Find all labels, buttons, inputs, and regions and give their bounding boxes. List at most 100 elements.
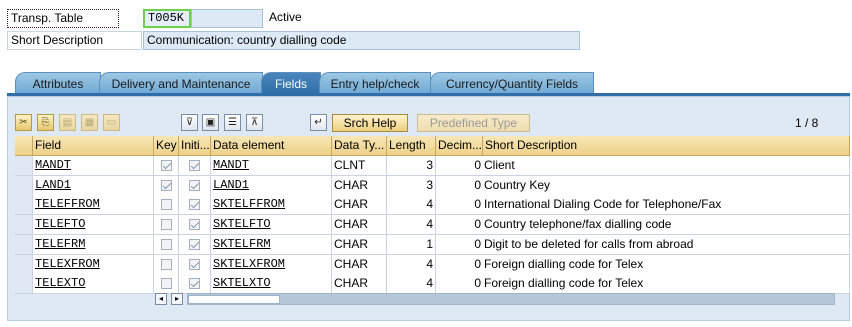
short-description-cell[interactable]: Foreign dialling code for Telex [483,254,850,275]
key-checkbox[interactable] [160,238,172,250]
key-checkbox-cell[interactable] [154,234,179,255]
column-header-field[interactable]: Field [33,136,154,156]
data-element-cell[interactable]: SKTELFFROM [211,195,332,216]
data-type-cell[interactable]: CHAR [332,215,387,236]
copy-icon[interactable]: ⎘ [37,114,54,131]
row-selector[interactable] [15,274,33,295]
tab-entry-help-check[interactable]: Entry help/check [319,72,431,94]
column-header-data-element[interactable]: Data element [211,136,332,156]
deselect-icon[interactable]: ☰ [224,114,241,131]
length-cell[interactable]: 4 [387,254,436,275]
initial-checkbox[interactable] [189,238,200,250]
data-type-cell[interactable]: CHAR [332,254,387,275]
field-name-cell[interactable]: TELEFRM [33,234,154,255]
initial-checkbox[interactable] [189,160,200,171]
row-selector-header[interactable] [15,136,33,156]
column-header-decimals[interactable]: Decim... [436,136,483,156]
short-description-field[interactable]: Communication: country dialling code [143,31,580,50]
short-description-cell[interactable]: Country Key [483,175,850,196]
sort-icon[interactable]: ⊽ [181,114,198,131]
key-checkbox-cell[interactable] [154,215,179,236]
short-description-cell[interactable]: Digit to be deleted for calls from abroa… [483,234,850,255]
key-checkbox-cell[interactable] [154,274,179,295]
column-header-data-type[interactable]: Data Ty... [332,136,387,156]
field-name-cell[interactable]: TELEXFROM [33,254,154,275]
initial-checkbox-cell[interactable] [179,215,211,236]
field-name-cell[interactable]: TELEFTO [33,215,154,236]
field-name-cell[interactable]: LAND1 [33,175,154,196]
scroll-left-icon[interactable]: ◂ [155,293,167,305]
length-cell[interactable]: 4 [387,274,436,295]
tab-fields[interactable]: Fields [261,72,321,94]
data-type-cell[interactable]: CHAR [332,195,387,216]
row-selector[interactable] [15,175,33,196]
initial-checkbox[interactable] [189,199,200,211]
key-checkbox-cell[interactable] [154,156,179,176]
row-selector[interactable] [15,195,33,216]
tab-delivery-maintenance[interactable]: Delivery and Maintenance [99,72,263,94]
column-header-length[interactable]: Length [387,136,436,156]
key-checkbox[interactable] [160,219,172,231]
select-all-icon[interactable]: ▣ [202,114,219,131]
field-name-cell[interactable]: MANDT [33,156,154,176]
data-type-cell[interactable]: CLNT [332,156,387,176]
decimals-cell[interactable]: 0 [436,274,483,295]
length-cell[interactable]: 4 [387,215,436,236]
length-cell[interactable]: 3 [387,156,436,176]
initial-checkbox[interactable] [189,219,200,231]
short-description-cell[interactable]: Country telephone/fax dialling code [483,215,850,236]
delete-row-icon[interactable]: ▭ [103,114,120,131]
length-cell[interactable]: 1 [387,234,436,255]
decimals-cell[interactable]: 0 [436,156,483,176]
data-element-cell[interactable]: LAND1 [211,175,332,196]
key-checkbox-cell[interactable] [154,175,179,196]
new-field-icon[interactable]: ↵ [310,114,327,131]
key-checkbox[interactable] [160,258,172,270]
key-checkbox[interactable] [160,179,172,191]
length-cell[interactable]: 4 [387,195,436,216]
data-type-cell[interactable]: CHAR [332,274,387,295]
decimals-cell[interactable]: 0 [436,215,483,236]
scroll-right-icon[interactable]: ▸ [171,293,183,305]
srch-help-button[interactable]: Srch Help [332,114,408,132]
data-element-cell[interactable]: MANDT [211,156,332,176]
initial-checkbox-cell[interactable] [179,274,211,295]
short-description-cell[interactable]: Foreign dialling code for Telex [483,274,850,295]
data-element-cell[interactable]: SKTELFRM [211,234,332,255]
length-cell[interactable]: 3 [387,175,436,196]
initial-checkbox-cell[interactable] [179,175,211,196]
data-element-cell[interactable]: SKTELFTO [211,215,332,236]
row-selector[interactable] [15,215,33,236]
decimals-cell[interactable]: 0 [436,195,483,216]
row-selector[interactable] [15,156,33,176]
column-header-initial[interactable]: Initi... [179,136,211,156]
initial-checkbox-cell[interactable] [179,156,211,176]
data-type-cell[interactable]: CHAR [332,175,387,196]
decimals-cell[interactable]: 0 [436,175,483,196]
key-checkbox-cell[interactable] [154,254,179,275]
initial-checkbox-cell[interactable] [179,254,211,275]
key-checkbox-cell[interactable] [154,195,179,216]
initial-checkbox[interactable] [189,278,200,290]
key-checkbox[interactable] [160,278,172,290]
tab-attributes[interactable]: Attributes [15,72,101,94]
short-description-cell[interactable]: International Dialing Code for Telephone… [483,195,850,216]
row-selector[interactable] [15,254,33,275]
key-checkbox[interactable] [160,199,172,211]
row-selector[interactable] [15,234,33,255]
decimals-cell[interactable]: 0 [436,234,483,255]
scrollbar-thumb[interactable] [188,295,280,304]
initial-checkbox-cell[interactable] [179,234,211,255]
initial-checkbox[interactable] [189,179,200,191]
initial-checkbox-cell[interactable] [179,195,211,216]
initial-checkbox[interactable] [189,258,200,270]
predefined-type-button[interactable]: Predefined Type [417,114,530,132]
tab-currency-quantity-fields[interactable]: Currency/Quantity Fields [430,72,594,94]
short-description-cell[interactable]: Client [483,156,850,176]
data-element-cell[interactable]: SKTELXFROM [211,254,332,275]
data-element-cell[interactable]: SKTELXTO [211,274,332,295]
scroll-up-icon[interactable]: ⊼ [246,114,263,131]
cut-icon[interactable]: ✂ [15,114,32,131]
paste-icon[interactable]: ▤ [59,114,76,131]
key-checkbox[interactable] [160,160,172,171]
